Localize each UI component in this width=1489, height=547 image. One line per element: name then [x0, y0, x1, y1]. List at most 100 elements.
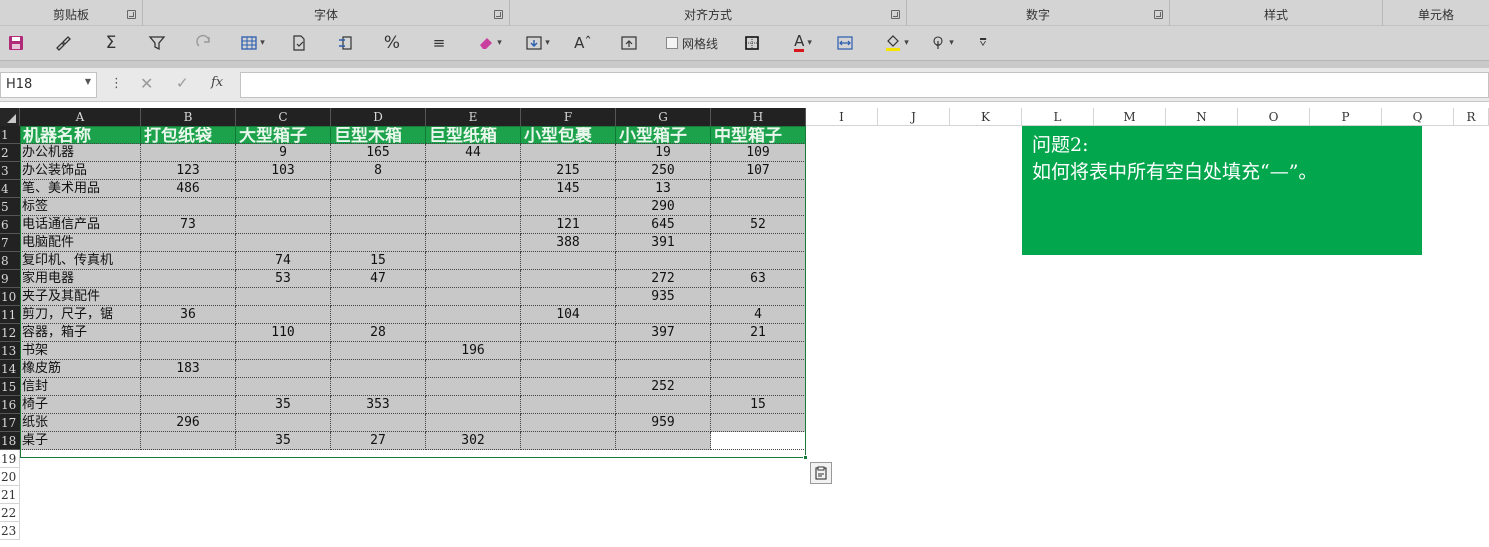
data-cell[interactable]: 28: [331, 324, 426, 342]
data-cell[interactable]: [331, 180, 426, 198]
data-cell[interactable]: [521, 414, 616, 432]
fill-color-button[interactable]: ▾: [880, 31, 914, 55]
paste-options-button[interactable]: [810, 462, 832, 484]
column-header-e[interactable]: E: [426, 108, 521, 126]
data-cell[interactable]: 486: [141, 180, 236, 198]
data-cell[interactable]: 13: [616, 180, 711, 198]
data-cell[interactable]: 52: [711, 216, 806, 234]
header-cell[interactable]: 机器名称: [20, 126, 141, 144]
select-all-corner[interactable]: [0, 108, 20, 126]
data-cell[interactable]: [426, 378, 521, 396]
data-cell[interactable]: 47: [331, 270, 426, 288]
data-cell[interactable]: 296: [141, 414, 236, 432]
column-header-k[interactable]: K: [950, 108, 1022, 126]
data-cell[interactable]: 388: [521, 234, 616, 252]
column-header-l[interactable]: L: [1022, 108, 1094, 126]
data-cell[interactable]: 8: [331, 162, 426, 180]
data-cell[interactable]: [331, 306, 426, 324]
row-label-cell[interactable]: 电脑配件: [20, 234, 141, 252]
number-launcher-icon[interactable]: [1154, 10, 1163, 19]
row-header-17[interactable]: 17: [0, 414, 20, 432]
column-header-b[interactable]: B: [141, 108, 236, 126]
name-box[interactable]: H18 ▼: [0, 72, 97, 98]
data-cell[interactable]: [616, 360, 711, 378]
data-cell[interactable]: 391: [616, 234, 711, 252]
data-cell[interactable]: 250: [616, 162, 711, 180]
data-cell[interactable]: [141, 378, 236, 396]
convert-button[interactable]: [335, 31, 355, 55]
data-cell[interactable]: [141, 252, 236, 270]
data-cell[interactable]: 353: [331, 396, 426, 414]
data-cell[interactable]: [521, 144, 616, 162]
border-button[interactable]: [742, 31, 762, 55]
data-cell[interactable]: [616, 396, 711, 414]
column-header-d[interactable]: D: [331, 108, 426, 126]
data-cell[interactable]: [141, 234, 236, 252]
data-cell[interactable]: 27: [331, 432, 426, 450]
data-cell[interactable]: 123: [141, 162, 236, 180]
data-cell[interactable]: [236, 288, 331, 306]
copy-format-button[interactable]: [289, 31, 309, 55]
row-header-9[interactable]: 9: [0, 270, 20, 288]
save-button[interactable]: [6, 31, 26, 55]
data-cell[interactable]: [236, 234, 331, 252]
row-label-cell[interactable]: 桌子: [20, 432, 141, 450]
data-cell[interactable]: 21: [711, 324, 806, 342]
data-cell[interactable]: 15: [711, 396, 806, 414]
data-cell[interactable]: [521, 198, 616, 216]
data-cell[interactable]: 44: [426, 144, 521, 162]
data-cell[interactable]: 272: [616, 270, 711, 288]
data-cell[interactable]: [141, 432, 236, 450]
data-cell[interactable]: [141, 198, 236, 216]
row-label-cell[interactable]: 夹子及其配件: [20, 288, 141, 306]
row-label-cell[interactable]: 标签: [20, 198, 141, 216]
data-cell[interactable]: [426, 396, 521, 414]
column-header-a[interactable]: A: [20, 108, 141, 126]
formula-input[interactable]: [240, 72, 1489, 98]
data-cell[interactable]: [331, 234, 426, 252]
data-cell[interactable]: [141, 144, 236, 162]
data-cell[interactable]: [711, 234, 806, 252]
row-label-cell[interactable]: 办公机器: [20, 144, 141, 162]
data-cell[interactable]: [426, 180, 521, 198]
row-header-15[interactable]: 15: [0, 378, 20, 396]
data-cell[interactable]: [521, 396, 616, 414]
data-cell[interactable]: 302: [426, 432, 521, 450]
data-cell[interactable]: [711, 414, 806, 432]
data-cell[interactable]: 103: [236, 162, 331, 180]
row-label-cell[interactable]: 信封: [20, 378, 141, 396]
data-cell[interactable]: 15: [331, 252, 426, 270]
row-label-cell[interactable]: 容器，箱子: [20, 324, 141, 342]
data-cell[interactable]: [141, 270, 236, 288]
fill-handle[interactable]: [803, 455, 808, 460]
data-cell[interactable]: 215: [521, 162, 616, 180]
font-color-button[interactable]: A ▾: [786, 31, 820, 55]
column-header-n[interactable]: N: [1166, 108, 1238, 126]
data-cell[interactable]: [236, 378, 331, 396]
data-cell[interactable]: [331, 288, 426, 306]
data-cell[interactable]: 63: [711, 270, 806, 288]
data-cell[interactable]: [236, 342, 331, 360]
row-header-19[interactable]: 19: [0, 450, 20, 468]
data-cell[interactable]: 165: [331, 144, 426, 162]
data-cell[interactable]: [426, 270, 521, 288]
row-header-20[interactable]: 20: [0, 468, 20, 486]
cancel-icon[interactable]: ✕: [140, 74, 153, 93]
fill-down-button[interactable]: ▾: [522, 31, 554, 55]
data-cell[interactable]: [331, 378, 426, 396]
check-icon[interactable]: ✓: [176, 74, 189, 92]
row-label-cell[interactable]: 复印机、传真机: [20, 252, 141, 270]
column-header-h[interactable]: H: [711, 108, 806, 126]
chevron-down-icon[interactable]: ▼: [85, 77, 91, 86]
data-cell[interactable]: [616, 432, 711, 450]
filter-button[interactable]: [146, 31, 168, 55]
data-cell[interactable]: 109: [711, 144, 806, 162]
format-painter-button[interactable]: [52, 31, 74, 55]
data-cell[interactable]: [331, 216, 426, 234]
redo-button[interactable]: [193, 31, 215, 55]
data-cell[interactable]: [711, 360, 806, 378]
data-cell[interactable]: [236, 306, 331, 324]
data-cell[interactable]: [521, 378, 616, 396]
row-label-cell[interactable]: 办公装饰品: [20, 162, 141, 180]
data-cell[interactable]: 4: [711, 306, 806, 324]
